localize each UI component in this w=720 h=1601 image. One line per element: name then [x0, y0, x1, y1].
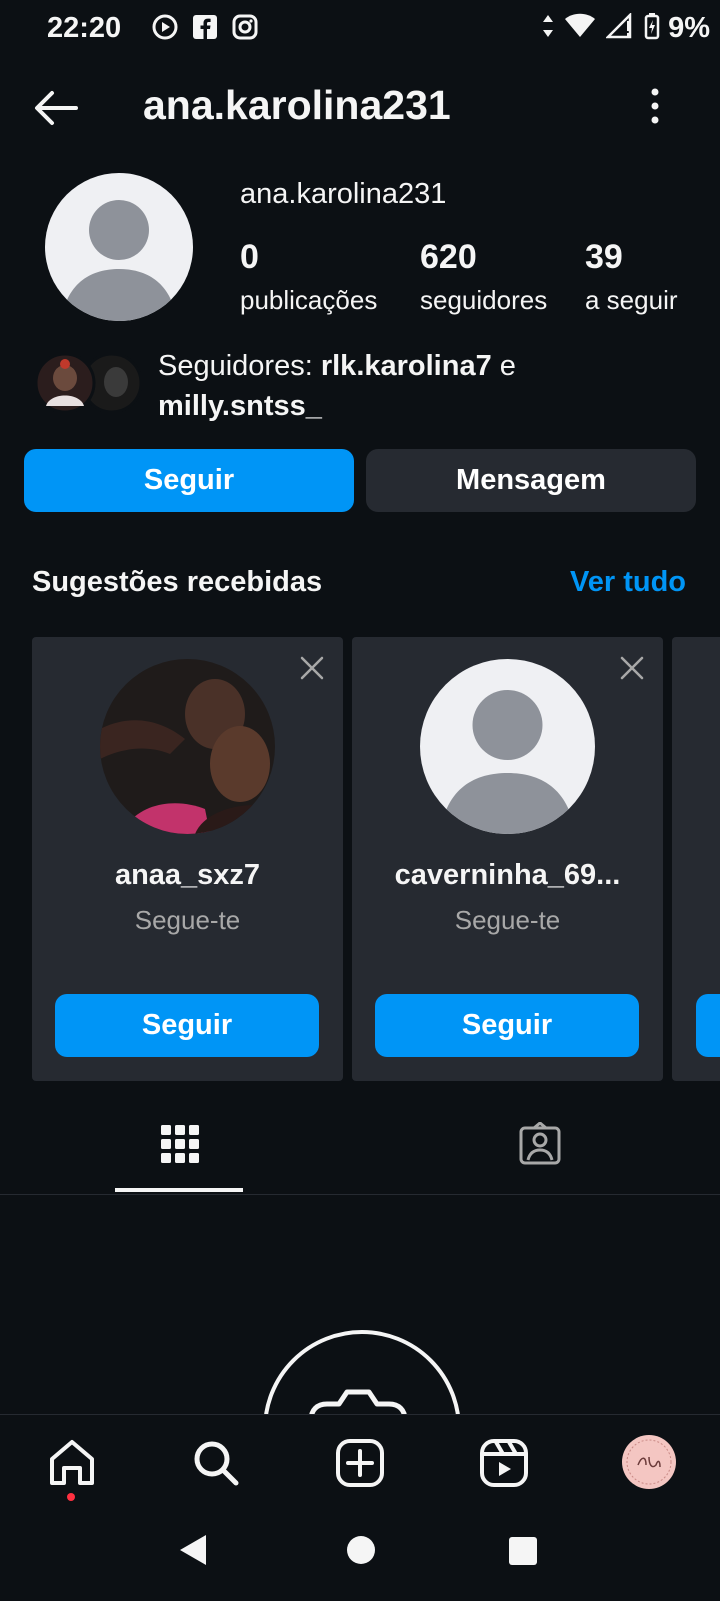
- reels-tab[interactable]: [478, 1437, 530, 1489]
- see-all-link[interactable]: Ver tudo: [570, 566, 686, 599]
- suggestions-title: Sugestões recebidas: [32, 566, 323, 598]
- suggestion-follow-button[interactable]: Seguir: [375, 994, 639, 1057]
- system-home-button[interactable]: [346, 1535, 376, 1570]
- close-icon: [620, 656, 644, 680]
- mutual-user-2[interactable]: milly.sntss_: [158, 390, 322, 422]
- home-icon: [50, 1440, 94, 1485]
- system-recents-button[interactable]: [508, 1536, 538, 1571]
- suggestion-avatar[interactable]: [420, 659, 595, 834]
- default-avatar-icon: [61, 200, 177, 321]
- following-label: a seguir: [585, 285, 678, 315]
- close-icon: [300, 656, 324, 680]
- facebook-icon: [192, 14, 218, 45]
- square-recents-icon: [509, 1537, 537, 1565]
- home-tab[interactable]: [46, 1437, 98, 1501]
- posts-grid-tab[interactable]: [158, 1122, 202, 1166]
- circle-home-icon: [347, 1536, 375, 1564]
- suggestion-subtitle: Segue-te: [134, 905, 241, 935]
- back-button[interactable]: [30, 82, 82, 134]
- suggestion-avatar[interactable]: [100, 659, 275, 834]
- arrow-left-icon: [35, 91, 78, 125]
- mutual-followers-avatars[interactable]: [34, 352, 144, 414]
- mutual-conjunction: e: [499, 350, 516, 382]
- profile-tab[interactable]: [622, 1435, 676, 1489]
- more-vertical-icon: [651, 88, 659, 124]
- triangle-back-icon: [180, 1535, 206, 1565]
- instagram-icon: [232, 14, 258, 45]
- grid-icon: [161, 1125, 199, 1163]
- profile-username: ana.karolina231: [240, 178, 447, 210]
- profile-avatar[interactable]: [45, 173, 193, 321]
- suggestion-follow-button[interactable]: Seguir: [55, 994, 319, 1057]
- battery-charging-icon: [644, 12, 660, 45]
- following-count: 39: [585, 238, 623, 276]
- dismiss-suggestion-button[interactable]: [617, 653, 647, 683]
- wifi-icon: [564, 13, 596, 44]
- page-title: ana.karolina231: [143, 82, 451, 128]
- youtube-icon: [152, 14, 178, 45]
- mutual-avatar-1: [34, 352, 96, 414]
- profile-avatar-icon: [626, 1439, 672, 1485]
- status-time: 22:20: [47, 12, 122, 44]
- system-back-button[interactable]: [178, 1533, 208, 1572]
- photo-avatar: [100, 659, 275, 834]
- suggestion-follow-button-partial[interactable]: [696, 994, 720, 1057]
- status-right-icons: [542, 11, 660, 45]
- more-options-button[interactable]: [640, 84, 670, 132]
- create-tab[interactable]: [334, 1437, 386, 1489]
- mutual-user-1[interactable]: rlk.karolina7: [321, 350, 492, 382]
- mutual-prefix: Seguidores:: [158, 350, 313, 382]
- reels-icon: [480, 1439, 528, 1487]
- data-arrows-icon: [542, 13, 554, 44]
- bottom-navigation: [0, 1414, 720, 1601]
- posts-count: 0: [240, 238, 259, 276]
- status-left-icons: [152, 14, 258, 45]
- dismiss-suggestion-button[interactable]: [297, 653, 327, 683]
- suggestion-card[interactable]: anaa_sxz7 Segue-te Seguir: [32, 637, 343, 1081]
- follow-button[interactable]: Seguir: [24, 449, 354, 512]
- tagged-icon: [519, 1121, 561, 1165]
- tagged-tab[interactable]: [518, 1121, 562, 1166]
- suggestion-name[interactable]: caverninha_69...: [352, 859, 663, 892]
- followers-label: seguidores: [420, 285, 548, 315]
- search-tab[interactable]: [190, 1437, 242, 1489]
- followers-stat[interactable]: 620 seguidores: [420, 238, 547, 316]
- tabs-divider: [0, 1194, 720, 1195]
- suggestion-name[interactable]: anaa_sxz7: [32, 859, 343, 892]
- signal-icon: [604, 11, 634, 44]
- default-avatar-icon: [440, 690, 575, 834]
- active-tab-indicator: [115, 1188, 243, 1192]
- mutual-followers-text[interactable]: Seguidores: rlk.karolina7 e milly.sntss_: [158, 346, 678, 426]
- message-button[interactable]: Mensagem: [366, 449, 696, 512]
- posts-stat: 0 publicações: [240, 238, 377, 316]
- posts-label: publicações: [240, 285, 378, 315]
- create-icon: [336, 1439, 384, 1487]
- battery-percentage: 9%: [668, 12, 710, 44]
- followers-count: 620: [420, 238, 477, 276]
- suggestion-card[interactable]: caverninha_69... Segue-te Seguir: [352, 637, 663, 1081]
- suggestion-subtitle: Segue-te: [454, 905, 561, 935]
- search-icon: [194, 1441, 239, 1486]
- following-stat[interactable]: 39 a seguir: [585, 238, 678, 316]
- notification-dot: [67, 1493, 75, 1501]
- suggestion-card-partial[interactable]: [672, 637, 720, 1081]
